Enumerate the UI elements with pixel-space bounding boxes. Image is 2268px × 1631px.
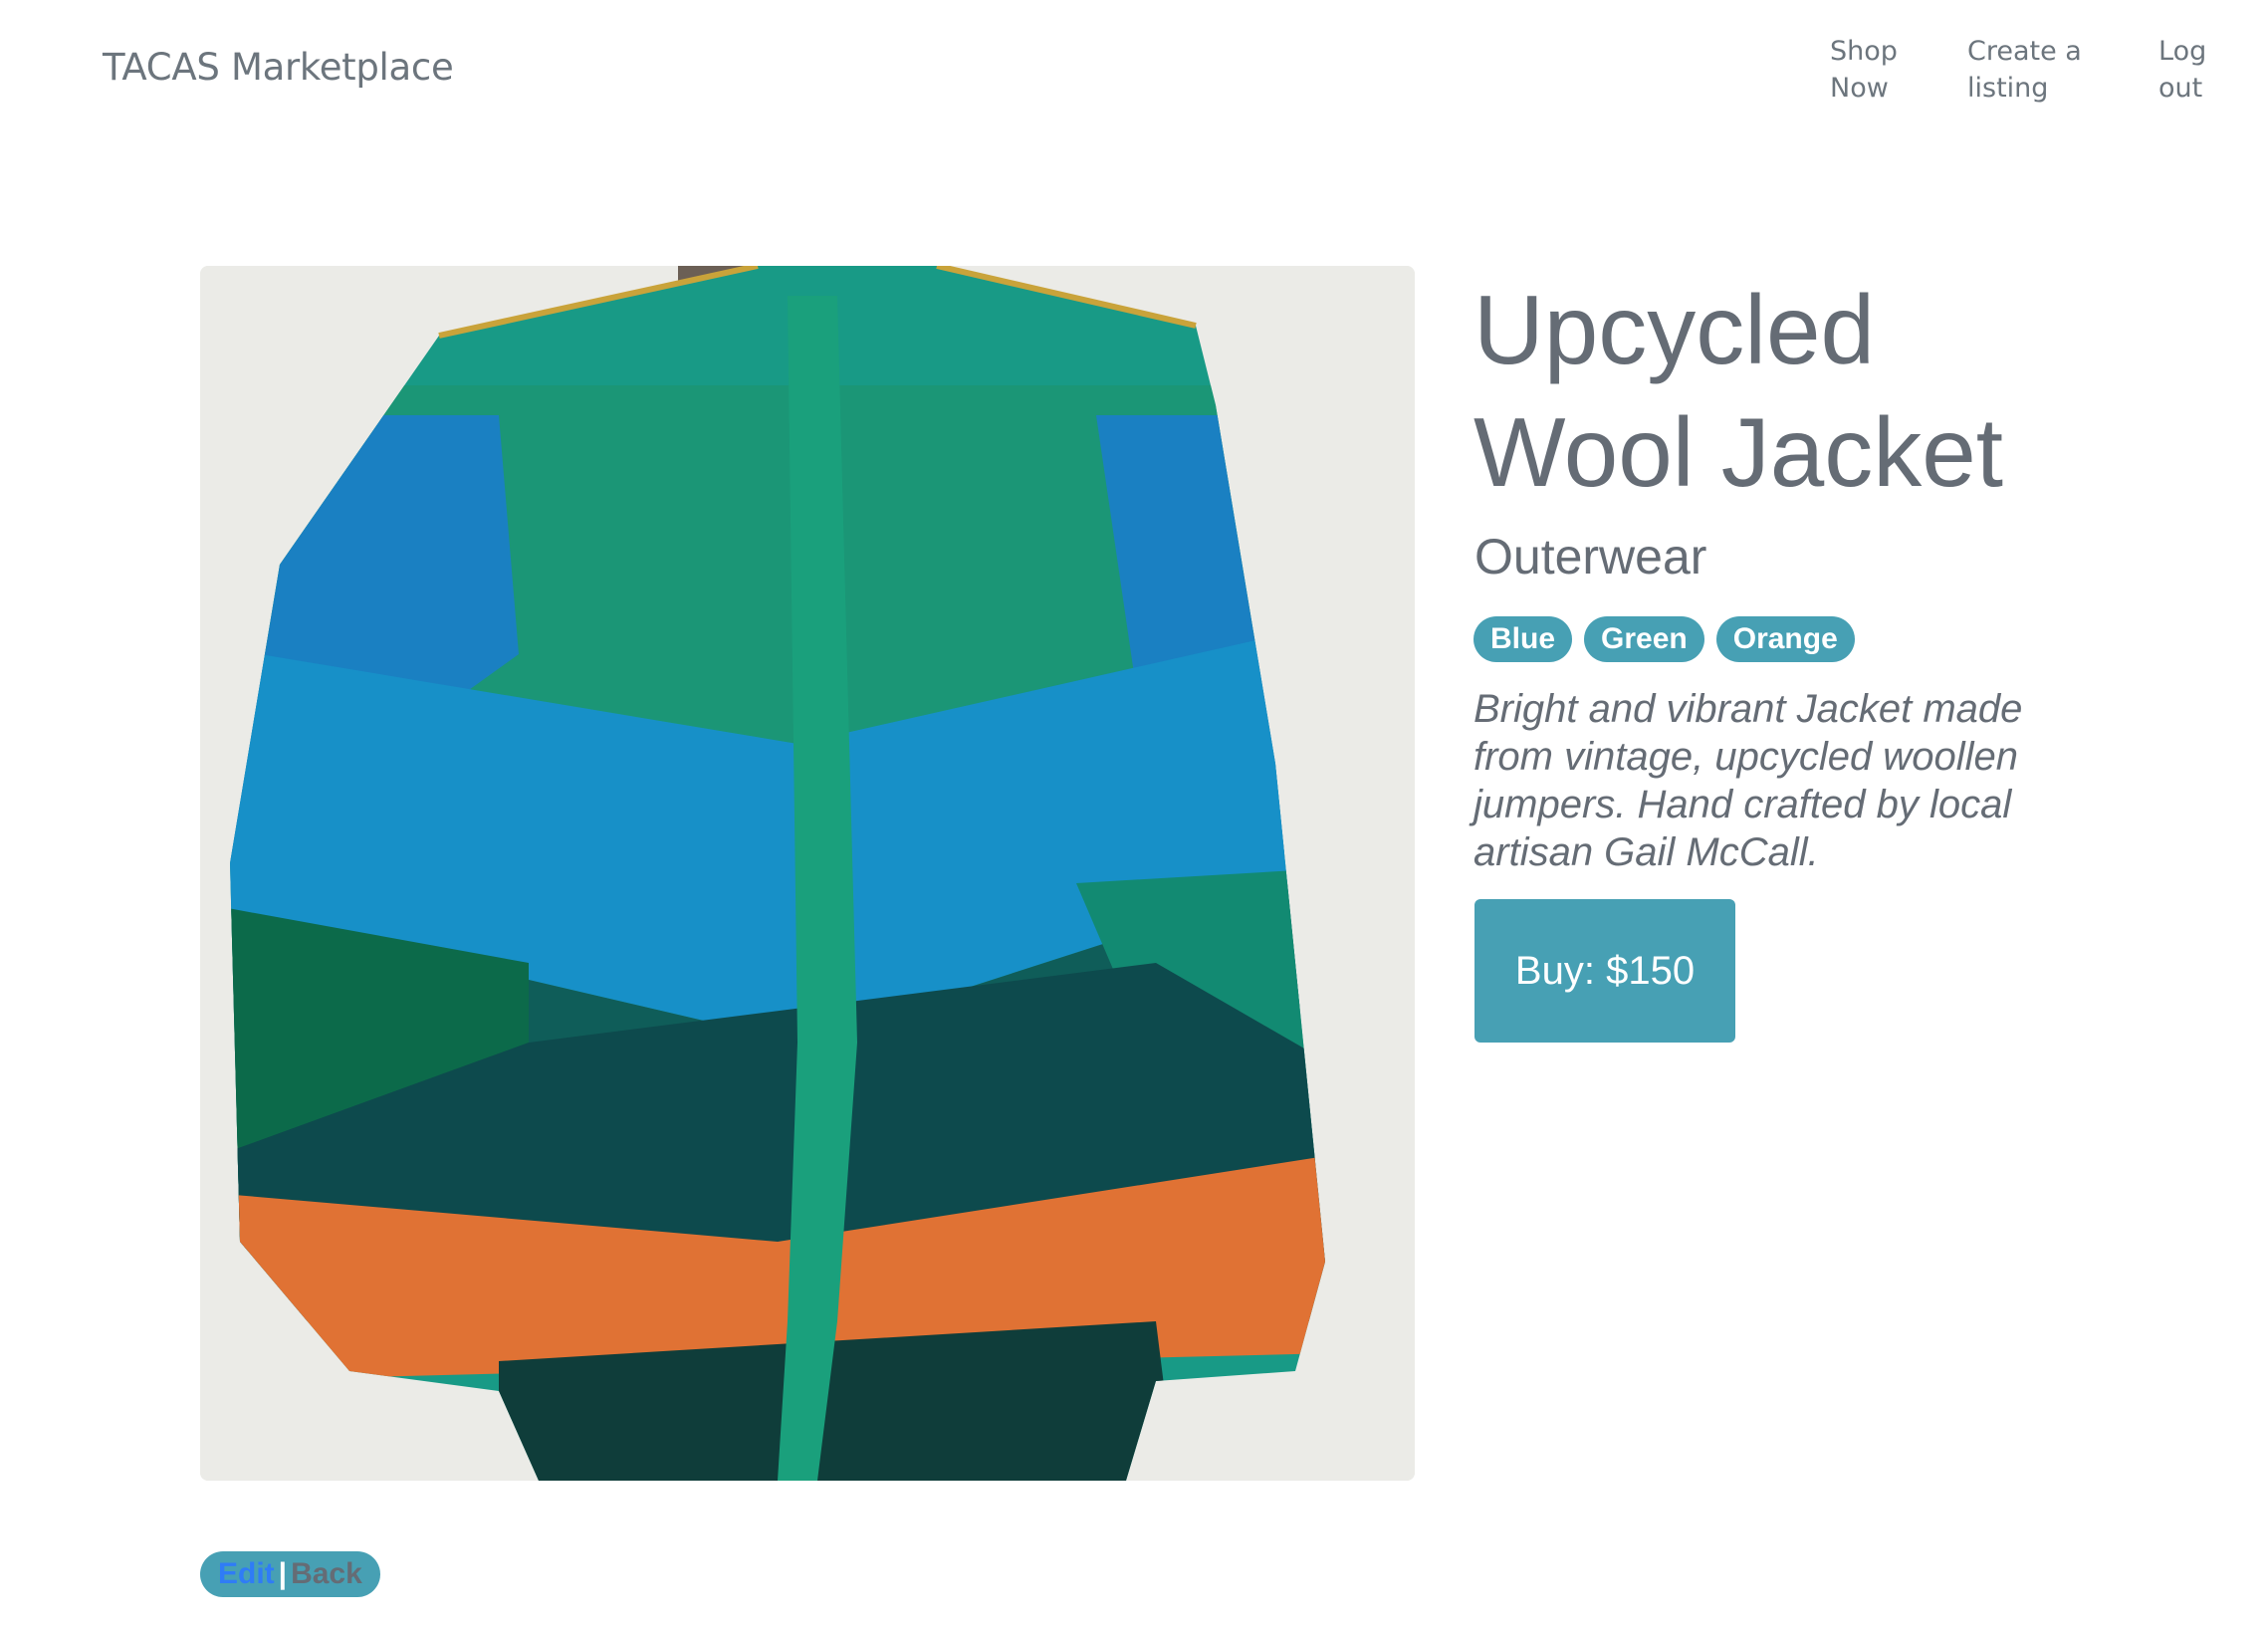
tag-green: Green [1584, 616, 1704, 662]
product-title: Upcycled Wool Jacket [1474, 275, 2003, 507]
tag-orange: Orange [1715, 616, 1855, 662]
tag-blue: Blue [1474, 616, 1573, 662]
nav-shop-now[interactable]: Shop Now [1830, 33, 1926, 107]
color-tags: Blue Green Orange [1474, 616, 1855, 662]
separator: | [278, 1557, 288, 1590]
brand-link[interactable]: TACAS Marketplace [103, 46, 454, 89]
product-description: Bright and vibrant Jacket made from vint… [1474, 687, 2023, 874]
buy-button[interactable]: Buy: $150 [1474, 899, 1735, 1043]
back-link[interactable]: Back [291, 1557, 362, 1590]
edit-back-pill: Edit | Back [200, 1551, 380, 1597]
product-category: Outerwear [1474, 529, 1707, 584]
product-page: TACAS Marketplace Shop Now Create a list… [0, 0, 2268, 1631]
product-image [200, 266, 1415, 1481]
edit-link[interactable]: Edit [218, 1557, 275, 1590]
nav-create-listing[interactable]: Create a listing [1967, 33, 2087, 107]
nav-log-out[interactable]: Log out [2158, 33, 2228, 107]
